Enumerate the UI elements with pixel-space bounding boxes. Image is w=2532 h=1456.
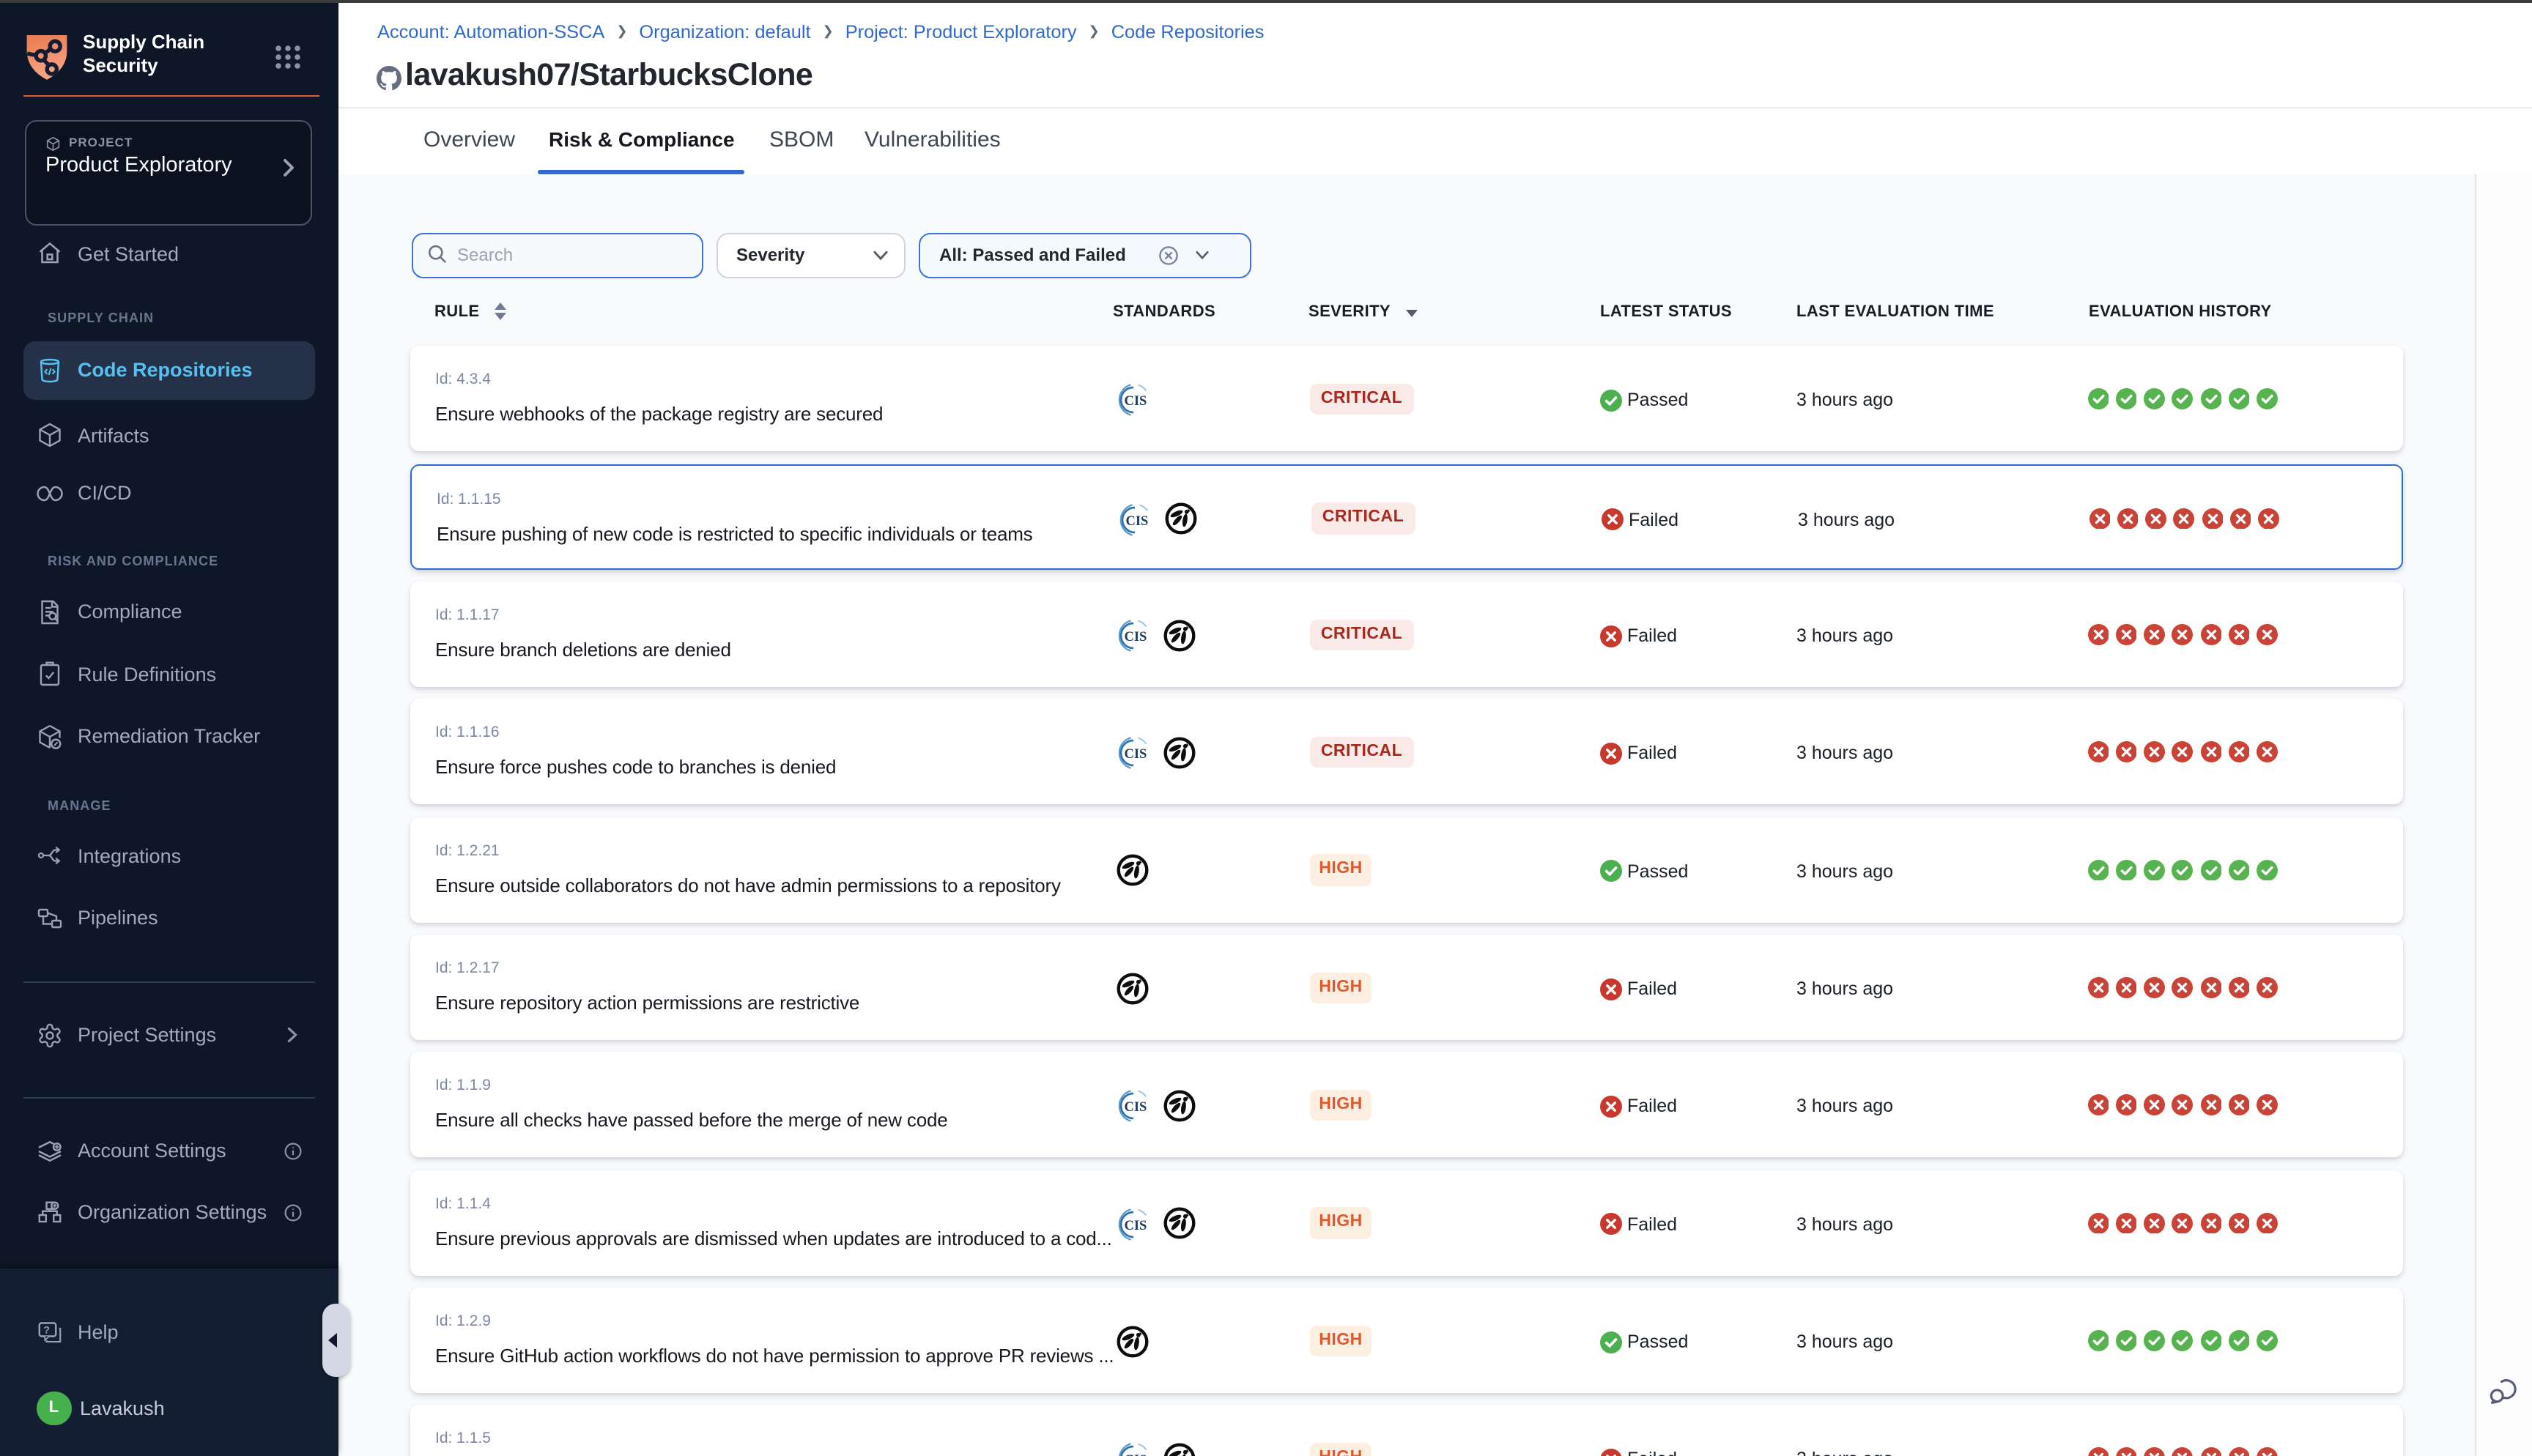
svg-text:CIS: CIS (1124, 630, 1147, 645)
svg-text:CIS: CIS (1124, 394, 1147, 409)
svg-text:CIS: CIS (1124, 1218, 1147, 1233)
svg-text:CIS: CIS (1125, 513, 1148, 528)
svg-text:?: ? (43, 1323, 50, 1335)
svg-text:CIS: CIS (1124, 1453, 1147, 1456)
svg-text:CIS: CIS (1124, 747, 1147, 762)
svg-text:CIS: CIS (1124, 1100, 1147, 1115)
